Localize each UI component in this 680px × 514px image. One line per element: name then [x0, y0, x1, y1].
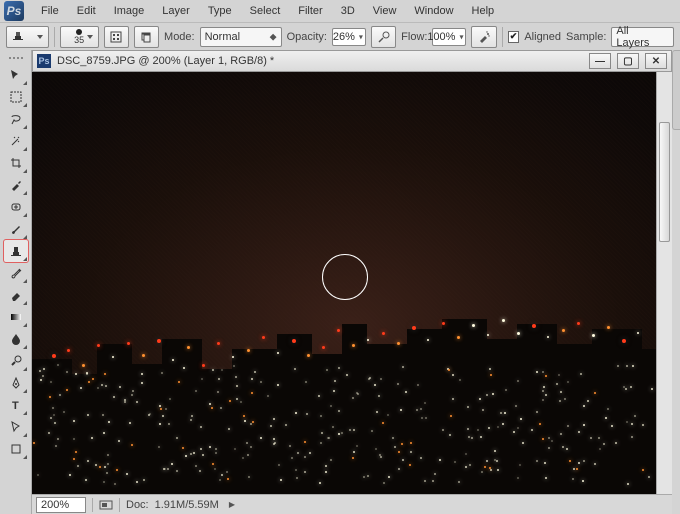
opacity-label: Opacity: — [287, 31, 327, 43]
menu-bar: Ps File Edit Image Layer Type Select Fil… — [0, 0, 680, 22]
status-bar: 200% Doc: 1.91M/5.59M ▶ — [32, 494, 672, 514]
menu-image[interactable]: Image — [105, 2, 154, 20]
menu-layer[interactable]: Layer — [153, 2, 199, 20]
opacity-pressure-toggle[interactable] — [371, 26, 396, 48]
scrollbar-thumb[interactable] — [659, 122, 670, 242]
dodge-tool[interactable] — [4, 350, 28, 372]
menu-edit[interactable]: Edit — [68, 2, 105, 20]
chevron-right-icon[interactable]: ▶ — [229, 500, 235, 509]
opacity-value: 26% — [333, 31, 355, 43]
path-select-tool[interactable] — [4, 416, 28, 438]
document-header: Ps DSC_8759.JPG @ 200% (Layer 1, RGB/8) … — [32, 50, 672, 72]
menu-3d[interactable]: 3D — [332, 2, 364, 20]
wand-tool[interactable] — [4, 130, 28, 152]
crop-tool[interactable] — [4, 152, 28, 174]
doc-size-label: Doc: — [126, 499, 149, 511]
history-brush-tool[interactable] — [4, 262, 28, 284]
maximize-button[interactable]: ▢ — [617, 53, 639, 69]
brush-size-value: 35 — [74, 36, 84, 45]
options-bar: 35 Mode: Normal ◆ Opacity: 26% ▾ Flow: 1… — [0, 22, 680, 50]
separator — [502, 27, 503, 47]
brush-panel-toggle[interactable] — [104, 26, 129, 48]
move-tool[interactable] — [4, 64, 28, 86]
mode-value: Normal — [205, 31, 240, 43]
vertical-scrollbar[interactable] — [656, 72, 672, 494]
flow-input[interactable]: 100% ▾ — [432, 28, 466, 46]
document-area: Ps DSC_8759.JPG @ 200% (Layer 1, RGB/8) … — [32, 50, 672, 514]
preview-icon[interactable] — [99, 498, 113, 512]
svg-text:T: T — [12, 400, 19, 412]
type-tool[interactable]: T — [4, 394, 28, 416]
lasso-tool[interactable] — [4, 108, 28, 130]
eyedropper-tool[interactable] — [4, 174, 28, 196]
photoshop-doc-icon: Ps — [37, 54, 51, 68]
menu-type[interactable]: Type — [199, 2, 241, 20]
menu-filter[interactable]: Filter — [289, 2, 331, 20]
menu-view[interactable]: View — [364, 2, 406, 20]
sample-label: Sample: — [566, 31, 606, 43]
flow-value: 100% — [427, 31, 455, 43]
doc-size-value: 1.91M/5.59M — [155, 499, 219, 511]
menu-window[interactable]: Window — [405, 2, 462, 20]
panel-handle[interactable] — [672, 50, 680, 130]
aligned-label: Aligned — [524, 31, 561, 43]
healing-tool[interactable] — [4, 196, 28, 218]
gradient-tool[interactable] — [4, 306, 28, 328]
flow-label: Flow: — [401, 31, 427, 43]
menu-select[interactable]: Select — [241, 2, 290, 20]
minimize-button[interactable]: — — [589, 53, 611, 69]
shape-tool[interactable] — [4, 438, 28, 460]
brush-cursor — [322, 254, 368, 300]
zoom-input[interactable]: 200% — [36, 497, 86, 513]
brush-tool[interactable] — [4, 218, 28, 240]
mode-label: Mode: — [164, 31, 195, 43]
tools-panel: T — [0, 50, 32, 514]
blur-tool[interactable] — [4, 328, 28, 350]
opacity-input[interactable]: 26% ▾ — [332, 28, 366, 46]
separator — [54, 27, 55, 47]
mode-select[interactable]: Normal ◆ — [200, 27, 282, 47]
clone-source-panel[interactable] — [134, 26, 159, 48]
marquee-tool[interactable] — [4, 86, 28, 108]
eraser-tool[interactable] — [4, 284, 28, 306]
menu-help[interactable]: Help — [463, 2, 504, 20]
document-title: DSC_8759.JPG @ 200% (Layer 1, RGB/8) * — [57, 55, 583, 67]
sample-select[interactable]: All Layers — [611, 27, 674, 47]
panel-grip[interactable] — [0, 54, 31, 62]
pen-tool[interactable] — [4, 372, 28, 394]
airbrush-toggle[interactable] — [471, 26, 496, 48]
sample-value: All Layers — [616, 25, 659, 49]
current-tool-preset[interactable] — [6, 26, 49, 48]
brush-preset-picker[interactable]: 35 — [60, 26, 99, 48]
clone-stamp-tool[interactable] — [4, 240, 28, 262]
aligned-checkbox[interactable]: ✔ — [508, 31, 520, 43]
menu-file[interactable]: File — [32, 2, 68, 20]
photoshop-logo: Ps — [4, 1, 24, 21]
canvas[interactable] — [32, 72, 672, 494]
close-button[interactable]: ✕ — [645, 53, 667, 69]
